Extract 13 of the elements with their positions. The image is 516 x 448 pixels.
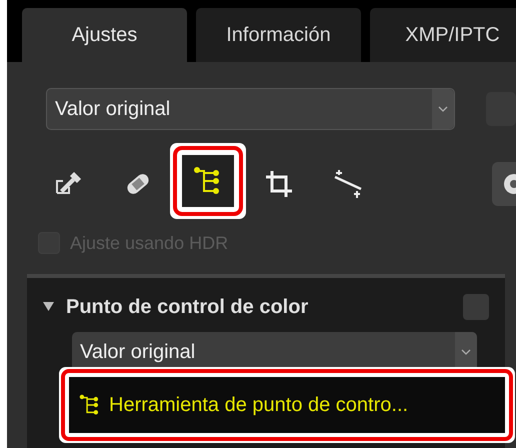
straighten-icon: [333, 169, 363, 199]
tab[interactable]: XMP/IPTC: [370, 8, 516, 62]
settings-button[interactable]: [492, 162, 516, 206]
chevron-down-icon: [438, 106, 448, 112]
control-point-icon: [79, 394, 101, 416]
triangle-down-icon[interactable]: [43, 301, 54, 311]
chevron-down-icon: [461, 349, 471, 355]
tab[interactable]: Información: [196, 8, 361, 62]
crop-icon: [263, 169, 293, 199]
preset-dropdown[interactable]: Valor original: [46, 88, 455, 130]
checkbox[interactable]: [463, 294, 489, 320]
tab[interactable]: Ajustes: [22, 8, 187, 62]
section-title: Punto de control de color: [66, 296, 310, 318]
